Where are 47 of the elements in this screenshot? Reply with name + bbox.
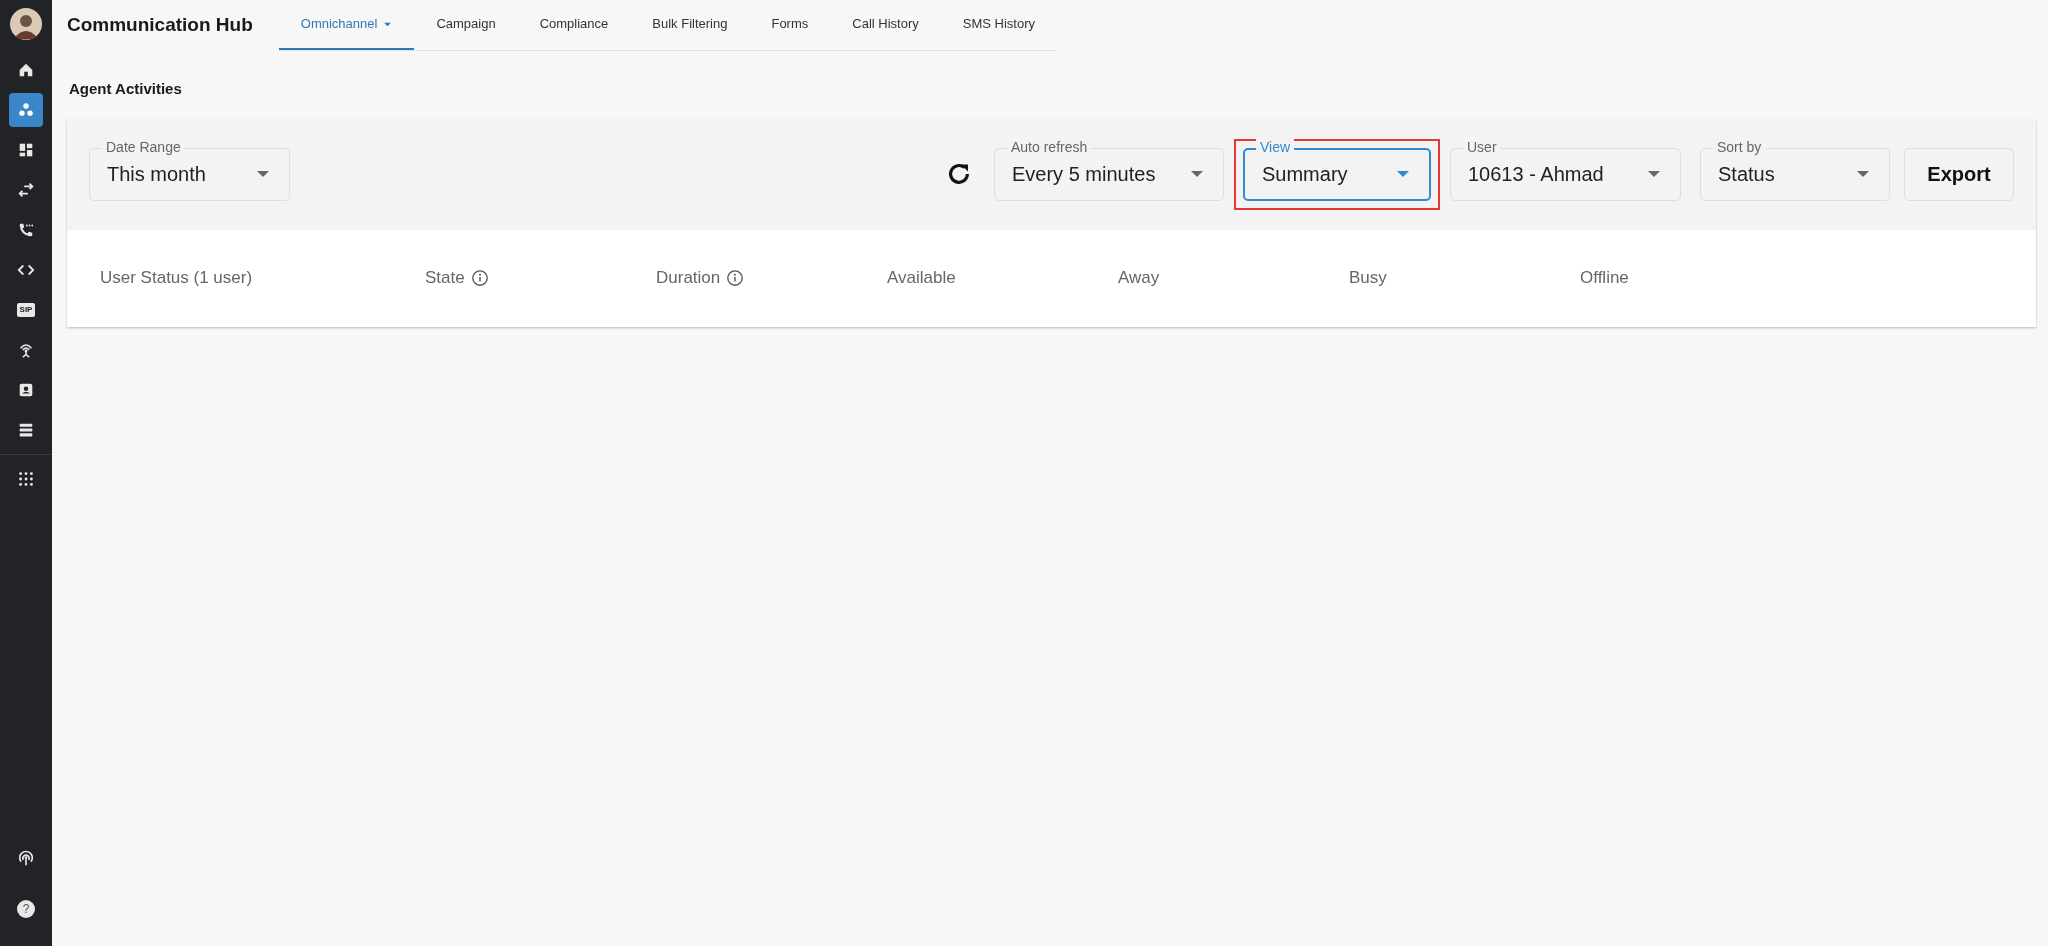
export-button[interactable]: Export bbox=[1904, 147, 2014, 201]
antenna-icon bbox=[17, 341, 35, 359]
caret-icon bbox=[383, 21, 393, 27]
swap-arrows-icon bbox=[17, 181, 35, 199]
column-title: User Status (1 user) bbox=[100, 267, 253, 290]
tab[interactable]: Forms bbox=[749, 0, 831, 50]
phone-icon bbox=[17, 221, 35, 239]
tab[interactable]: Compliance bbox=[517, 0, 631, 50]
column-title: Offline bbox=[1580, 267, 1629, 290]
column-title: Available bbox=[887, 267, 956, 290]
dashboard-icon bbox=[17, 141, 35, 159]
refresh-icon bbox=[947, 162, 971, 186]
dots-icon bbox=[17, 101, 35, 119]
field-value: This month bbox=[107, 162, 206, 187]
column-title: Away bbox=[1118, 267, 1160, 290]
column-title: Busy bbox=[1349, 267, 1387, 290]
info-icon bbox=[470, 269, 489, 287]
field-label: Auto refresh bbox=[1007, 138, 1092, 155]
tab[interactable]: Bulk Filtering bbox=[630, 0, 750, 50]
caret-icon bbox=[1191, 171, 1203, 177]
caret-icon bbox=[1397, 171, 1409, 177]
info-icon bbox=[726, 269, 745, 287]
tab[interactable]: Omnichannel bbox=[278, 0, 415, 50]
field-value: Status bbox=[1718, 162, 1775, 187]
caret-icon bbox=[1857, 171, 1869, 177]
contact-card-icon bbox=[17, 381, 35, 399]
tab[interactable]: Campaign bbox=[414, 0, 518, 50]
sidebar-button[interactable]: ? bbox=[9, 892, 43, 926]
field-value: Every 5 minutes bbox=[1012, 162, 1156, 187]
field-label: View bbox=[1256, 138, 1295, 155]
broadcast-icon bbox=[17, 850, 35, 868]
list-icon bbox=[17, 421, 35, 439]
column-title: State bbox=[425, 267, 465, 290]
field-label: Sort by bbox=[1713, 138, 1766, 155]
caret-icon bbox=[257, 171, 269, 177]
home-icon bbox=[17, 61, 35, 79]
caret-icon bbox=[1648, 171, 1660, 177]
tab[interactable]: Call History bbox=[830, 0, 941, 50]
page-title: Agent Activities bbox=[69, 79, 183, 99]
field-value: Summary bbox=[1262, 162, 1348, 187]
field-value: 10613 - Ahmad bbox=[1468, 162, 1604, 187]
avatar bbox=[10, 8, 42, 40]
apps-grid-icon bbox=[17, 470, 35, 488]
app-title: Communication Hub bbox=[67, 12, 253, 37]
column-title: Duration bbox=[656, 267, 721, 290]
tab[interactable]: SMS History bbox=[940, 0, 1057, 50]
sidebar-button[interactable]: SIP bbox=[9, 293, 43, 327]
